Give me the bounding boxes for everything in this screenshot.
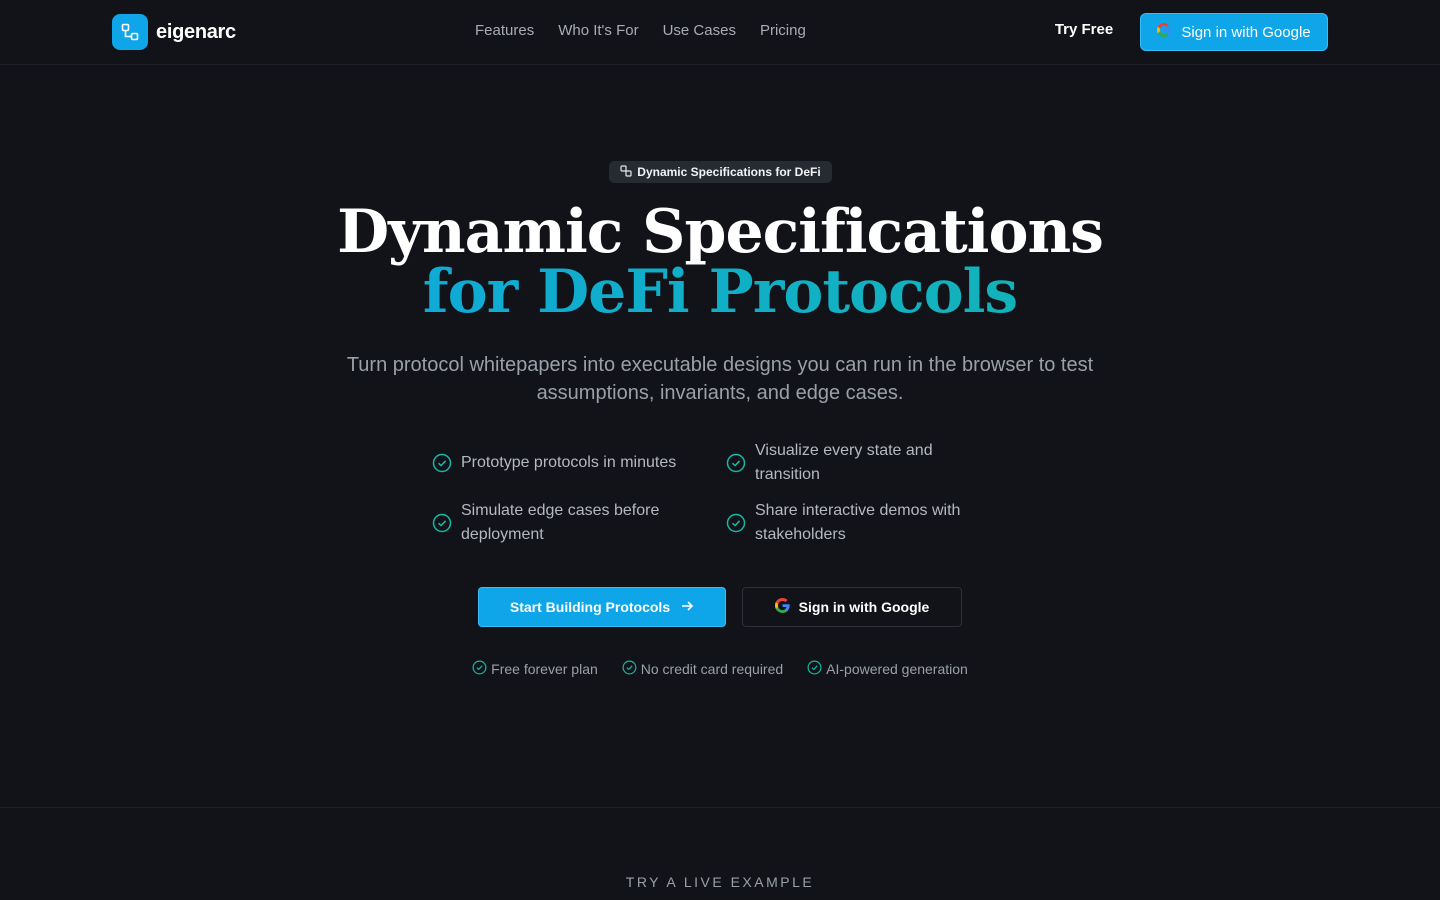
feature-item: Simulate edge cases before deployment <box>432 499 726 547</box>
check-circle-icon <box>807 660 822 678</box>
headline-line-1: Dynamic Specifications <box>337 197 1104 267</box>
hero-badge: Dynamic Specifications for DeFi <box>609 161 832 183</box>
hero-google-signin-button[interactable]: Sign in with Google <box>742 587 962 627</box>
feature-text: Share interactive demos with stakeholder… <box>755 502 961 543</box>
check-circle-icon <box>726 513 746 533</box>
start-building-button[interactable]: Start Building Protocols <box>478 587 726 627</box>
perk-item: Free forever plan <box>472 660 598 678</box>
brand-name: eigenarc <box>156 20 236 43</box>
try-free-link[interactable]: Try Free <box>1044 21 1124 43</box>
check-circle-icon <box>432 453 452 473</box>
google-icon <box>1157 23 1172 41</box>
feature-list: Prototype protocols in minutes Visualize… <box>432 439 992 547</box>
nav-features[interactable]: Features <box>475 22 534 39</box>
header-google-signin-button[interactable]: Sign in with Google <box>1140 13 1328 51</box>
hero-headline: Dynamic Specifications for DeFi Protocol… <box>0 202 1440 322</box>
nav-who-its-for[interactable]: Who It's For <box>558 22 638 39</box>
network-nodes-icon <box>112 14 148 50</box>
header-google-signin-label: Sign in with Google <box>1181 23 1311 41</box>
hero-google-signin-label: Sign in with Google <box>798 599 930 615</box>
perk-list: Free forever plan No credit card require… <box>0 660 1440 678</box>
feature-text: Visualize every state and transition <box>755 442 933 483</box>
nav-use-cases[interactable]: Use Cases <box>663 22 736 39</box>
check-circle-icon <box>726 453 746 473</box>
feature-item: Share interactive demos with stakeholder… <box>726 499 992 547</box>
check-circle-icon <box>432 513 452 533</box>
site-header: eigenarc Features Who It's For Use Cases… <box>0 0 1440 65</box>
perk-item: No credit card required <box>622 660 783 678</box>
perk-text: Free forever plan <box>491 661 598 677</box>
check-circle-icon <box>622 660 637 678</box>
live-example-heading: TRY A LIVE EXAMPLE <box>625 874 815 890</box>
hero-subtext: Turn protocol whitepapers into executabl… <box>346 354 1094 404</box>
main-nav: Features Who It's For Use Cases Pricing <box>475 22 806 39</box>
feature-text: Simulate edge cases before deployment <box>461 502 660 543</box>
link-icon <box>620 164 632 180</box>
brand-logo[interactable]: eigenarc <box>112 14 236 50</box>
start-building-label: Start Building Protocols <box>509 599 671 615</box>
nav-pricing[interactable]: Pricing <box>760 22 806 39</box>
feature-item: Prototype protocols in minutes <box>432 439 726 487</box>
feature-text: Prototype protocols in minutes <box>461 454 677 471</box>
section-divider <box>0 807 1440 808</box>
check-circle-icon <box>472 660 487 678</box>
perk-text: No credit card required <box>640 661 784 677</box>
perk-text: AI-powered generation <box>826 661 968 677</box>
feature-item: Visualize every state and transition <box>726 439 992 487</box>
perk-item: AI-powered generation <box>807 660 968 678</box>
google-icon <box>774 598 790 616</box>
arrow-right-icon <box>680 599 694 616</box>
hero-badge-label: Dynamic Specifications for DeFi <box>637 165 821 179</box>
headline-line-2: for DeFi Protocols <box>0 262 1440 322</box>
